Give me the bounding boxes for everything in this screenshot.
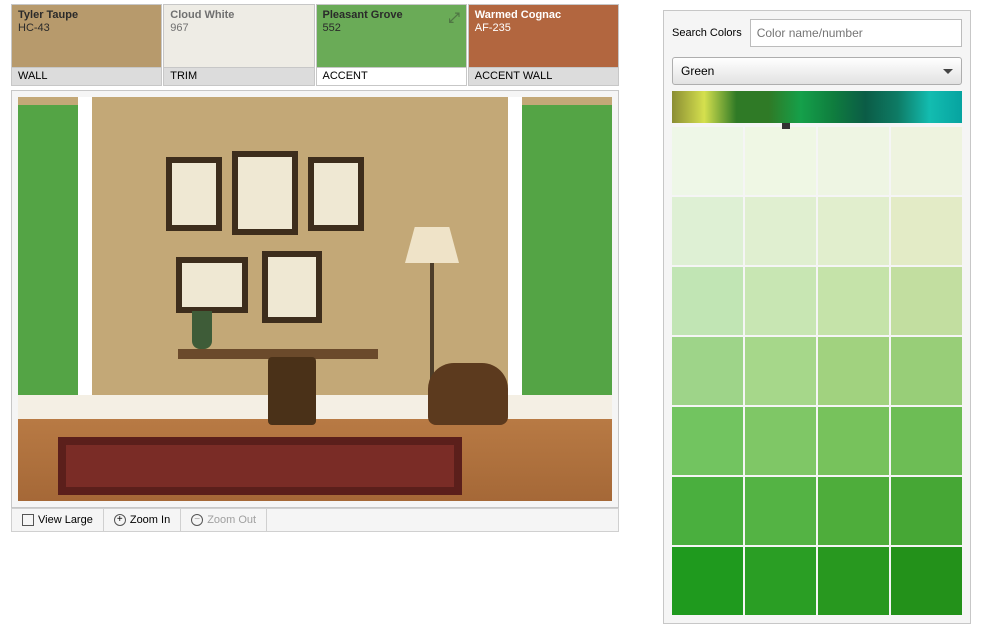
chair (268, 357, 316, 425)
palette-cell[interactable] (818, 477, 889, 545)
palette-cell[interactable] (818, 337, 889, 405)
zoom-out-label: Zoom Out (207, 514, 256, 526)
search-input[interactable] (750, 19, 962, 47)
palette-cell[interactable] (672, 337, 743, 405)
room-preview (11, 90, 619, 508)
view-large-button[interactable]: View Large (12, 509, 104, 531)
palette-cell[interactable] (672, 197, 743, 265)
palette-grid (672, 127, 962, 615)
swatch-code: HC-43 (18, 22, 155, 35)
lounge-chair (428, 363, 508, 425)
swatch-color-area: Cloud White 967 (164, 5, 313, 67)
swatch-name: Cloud White (170, 9, 307, 22)
palette-cell[interactable] (745, 337, 816, 405)
vase (192, 311, 212, 349)
palette-cell[interactable] (818, 127, 889, 195)
search-label: Search Colors (672, 27, 742, 39)
palette-cell[interactable] (891, 267, 962, 335)
palette-cell[interactable] (818, 267, 889, 335)
hue-strip[interactable] (672, 91, 962, 123)
palette-cell[interactable] (891, 547, 962, 615)
shutter-left (18, 105, 78, 395)
wall-frame (166, 157, 222, 231)
picker-inner: Search Colors Green (663, 10, 971, 624)
palette-cell[interactable] (745, 547, 816, 615)
room-scene (18, 97, 612, 501)
wall-frame (262, 251, 322, 323)
visualizer-panel: Tyler Taupe HC-43 WALL Cloud White 967 T… (11, 4, 619, 532)
zoom-out-icon (191, 514, 203, 526)
zoom-in-icon (114, 514, 126, 526)
swatch-color-area: Warmed Cognac AF-235 (469, 5, 618, 67)
swatch-name: Warmed Cognac (475, 9, 612, 22)
palette-cell[interactable] (891, 197, 962, 265)
expand-icon (22, 514, 34, 526)
select-value: Green (681, 64, 714, 78)
swatch-role: ACCENT (317, 67, 466, 85)
wall-frame (308, 157, 364, 231)
zoom-in-button[interactable]: Zoom In (104, 509, 181, 531)
zoom-in-label: Zoom In (130, 514, 170, 526)
palette-cell[interactable] (818, 197, 889, 265)
swatch-wall[interactable]: Tyler Taupe HC-43 WALL (11, 4, 162, 86)
zoom-out-button[interactable]: Zoom Out (181, 509, 267, 531)
swatch-accent-wall[interactable]: Warmed Cognac AF-235 ACCENT WALL (468, 4, 619, 86)
palette-cell[interactable] (891, 407, 962, 475)
swatch-code: 967 (170, 22, 307, 35)
swatch-color-area: Tyler Taupe HC-43 (12, 5, 161, 67)
palette-cell[interactable] (891, 127, 962, 195)
swatch-role: ACCENT WALL (469, 67, 618, 85)
color-picker-panel: Search Colors Green (663, 10, 971, 624)
palette-cell[interactable] (745, 197, 816, 265)
swatch-trim[interactable]: Cloud White 967 TRIM (163, 4, 314, 86)
rug (58, 437, 462, 495)
swatch-role: WALL (12, 67, 161, 85)
shutter-right (522, 105, 612, 395)
preview-controls: View Large Zoom In Zoom Out (11, 508, 619, 532)
window-trim-right (508, 97, 522, 407)
palette-cell[interactable] (745, 127, 816, 195)
swatch-code: 552 (323, 22, 460, 35)
search-row: Search Colors (672, 19, 962, 47)
palette-cell[interactable] (672, 267, 743, 335)
swatch-code: AF-235 (475, 22, 612, 35)
palette-cell[interactable] (891, 337, 962, 405)
color-family-select[interactable]: Green (672, 57, 962, 85)
swatch-accent[interactable]: Pleasant Grove 552 ⤢ ACCENT (316, 4, 467, 86)
palette-cell[interactable] (891, 477, 962, 545)
palette-cell[interactable] (672, 477, 743, 545)
window-trim-left (78, 97, 92, 407)
palette-cell[interactable] (672, 127, 743, 195)
palette-cell[interactable] (672, 407, 743, 475)
wall-frame (232, 151, 298, 235)
swatch-name: Pleasant Grove (323, 9, 460, 22)
swatch-color-area: Pleasant Grove 552 ⤢ (317, 5, 466, 67)
swatch-name: Tyler Taupe (18, 9, 155, 22)
swatch-role: TRIM (164, 67, 313, 85)
palette-cell[interactable] (818, 407, 889, 475)
wall-frame (176, 257, 248, 313)
palette-cell[interactable] (745, 477, 816, 545)
palette-cell[interactable] (818, 547, 889, 615)
close-icon[interactable]: ⤢ (449, 9, 460, 26)
palette-cell[interactable] (745, 407, 816, 475)
selected-swatches-row: Tyler Taupe HC-43 WALL Cloud White 967 T… (11, 4, 619, 86)
view-large-label: View Large (38, 514, 93, 526)
palette-cell[interactable] (745, 267, 816, 335)
palette-cell[interactable] (672, 547, 743, 615)
hue-marker (782, 123, 790, 129)
